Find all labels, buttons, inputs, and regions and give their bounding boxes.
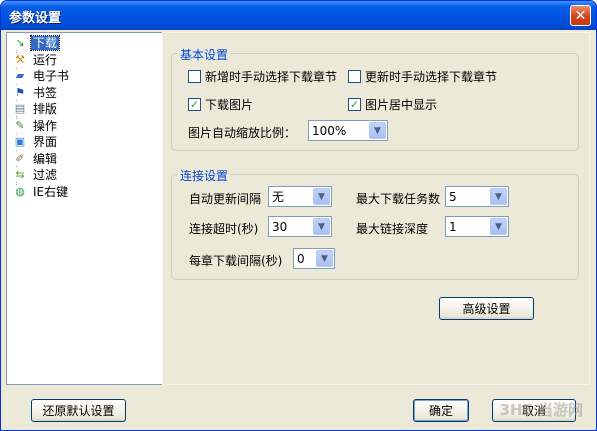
tree-item[interactable]: ⇆ 过滤: [7, 167, 162, 184]
checkbox-update-manual-select[interactable]: 更新时手动选择下载章节: [348, 68, 497, 85]
globe-icon: ◍: [13, 184, 27, 199]
max-link-depth-label: 最大链接深度: [356, 222, 429, 236]
settings-panel: 基本设置 新增时手动选择下载章节 更新时手动选择下载章节 ✓ 下载图片 ✓ 图片…: [162, 32, 590, 385]
tree-item[interactable]: ▰ 电子书: [7, 68, 162, 85]
connection-settings-group: 连接设置 自动更新间隔 无 ▼ 最大下载任务数 5 ▼ 连接超时(秒) 30 ▼…: [171, 167, 579, 280]
restore-defaults-label: 还原默认设置: [42, 404, 115, 418]
window-title: 参数设置: [9, 11, 62, 26]
tree-item-label: 过滤: [33, 168, 58, 183]
max-download-tasks-select[interactable]: 5 ▼: [445, 186, 509, 207]
advanced-settings-label: 高级设置: [462, 302, 511, 316]
close-button[interactable]: ✕: [570, 5, 591, 26]
chevron-down-icon[interactable]: ▼: [490, 188, 507, 205]
ok-label: 确定: [428, 404, 453, 418]
connection-settings-title: 连接设置: [178, 167, 231, 184]
connection-timeout-value: 30: [272, 219, 288, 234]
checkbox-box: ✓: [188, 98, 201, 111]
close-icon: ✕: [574, 7, 587, 24]
image-scale-select[interactable]: 100% ▼: [308, 120, 388, 141]
tree-item[interactable]: ▤ 排版: [7, 101, 162, 118]
checkbox-box: [348, 70, 361, 83]
checkbox-new-manual-select[interactable]: 新增时手动选择下载章节: [188, 68, 337, 85]
chevron-down-icon[interactable]: ▼: [316, 250, 333, 267]
checkbox-label: 下载图片: [205, 98, 254, 112]
tree-item-label: 操作: [33, 118, 58, 133]
checkbox-label: 更新时手动选择下载章节: [365, 70, 498, 84]
tree-item[interactable]: ✐ 编辑: [7, 151, 162, 168]
advanced-settings-button[interactable]: 高级设置: [439, 297, 534, 320]
max-download-tasks-label: 最大下载任务数: [356, 192, 441, 206]
chevron-down-icon[interactable]: ▼: [369, 122, 386, 139]
window-icon: ▣: [13, 135, 27, 149]
tree-item-label: 运行: [33, 52, 58, 67]
auto-update-interval-label: 自动更新间隔: [189, 192, 262, 206]
max-link-depth-value: 1: [449, 219, 457, 234]
tree-item-label: 书签: [33, 85, 58, 100]
tree-item-label: 界面: [33, 135, 58, 150]
pencil-icon: ✐: [13, 151, 27, 166]
basic-settings-group: 基本设置 新增时手动选择下载章节 更新时手动选择下载章节 ✓ 下载图片 ✓ 图片…: [171, 46, 579, 151]
edit-check-icon: ✎: [13, 118, 27, 133]
connection-timeout-select[interactable]: 30 ▼: [268, 216, 332, 237]
auto-update-interval-value: 无: [272, 190, 285, 204]
auto-update-interval-select[interactable]: 无 ▼: [268, 186, 332, 207]
checkbox-label: 新增时手动选择下载章节: [205, 70, 338, 84]
image-scale-value: 100%: [312, 123, 347, 138]
document-icon: ▤: [13, 102, 27, 116]
image-scale-label: 图片自动缩放比例：: [188, 126, 297, 140]
dialog-body: ↘ 下载 ⚒ 运行 ▰ 电子书 ⚑ 书签 ▤ 排版 ✎ 操作 ▣ 界面 ✐ 编辑 ⇆ 过滤 ◍ IE右键 基本设置 新…: [4, 30, 593, 428]
tree-item[interactable]: ↘ 下载: [7, 35, 162, 52]
category-tree[interactable]: ↘ 下载 ⚒ 运行 ▰ 电子书 ⚑ 书签 ▤ 排版 ✎ 操作 ▣ 界面 ✐ 编辑 ⇆ 过滤 ◍ IE右键: [6, 32, 163, 385]
chevron-down-icon[interactable]: ▼: [313, 218, 330, 235]
tree-item[interactable]: ⚑ 书签: [7, 85, 162, 102]
chevron-down-icon[interactable]: ▼: [313, 188, 330, 205]
chapter-download-interval-select[interactable]: 0 ▼: [293, 248, 335, 269]
settings-dialog: 参数设置 ✕ ↘ 下载 ⚒ 运行 ▰ 电子书 ⚑ 书签 ▤ 排版 ✎ 操作 ▣ 界面 ✐ 编辑 ⇆ 过滤 ◍ IE右键…: [0, 0, 597, 431]
watermark: 3HE 当游网: [499, 401, 583, 419]
checkbox-center-images[interactable]: ✓ 图片居中显示: [348, 96, 437, 113]
ok-button[interactable]: 确定: [413, 399, 469, 422]
tree-item-label: 电子书: [33, 69, 70, 84]
chapter-download-interval-label: 每章下载间隔(秒): [189, 254, 283, 268]
checkbox-label: 图片居中显示: [365, 98, 438, 112]
checkbox-box: [188, 70, 201, 83]
connection-timeout-label: 连接超时(秒): [189, 222, 259, 236]
tree-item-label: 编辑: [33, 151, 58, 166]
restore-defaults-button[interactable]: 还原默认设置: [31, 399, 126, 422]
chapter-download-interval-value: 0: [297, 251, 305, 266]
basic-settings-title: 基本设置: [178, 46, 231, 63]
title-bar: 参数设置 ✕: [1, 1, 596, 30]
tree-item-label: 排版: [33, 102, 58, 117]
book-icon: ▰: [13, 69, 27, 83]
max-download-tasks-value: 5: [449, 189, 457, 204]
chevron-down-icon[interactable]: ▼: [490, 218, 507, 235]
tree-item-label: IE右键: [33, 184, 69, 199]
hammer-icon: ⚒: [13, 52, 27, 67]
max-link-depth-select[interactable]: 1 ▼: [445, 216, 509, 237]
tree-item[interactable]: ⚒ 运行: [7, 52, 162, 69]
tree-item[interactable]: ▣ 界面: [7, 134, 162, 151]
tree-item-label: 下载: [29, 35, 61, 52]
checkbox-box: ✓: [348, 98, 361, 111]
checkbox-download-images[interactable]: ✓ 下载图片: [188, 96, 253, 113]
tree-item[interactable]: ◍ IE右键: [7, 184, 162, 201]
filter-icon: ⇆: [13, 168, 27, 182]
download-arrow-icon: ↘: [13, 36, 27, 50]
flag-icon: ⚑: [13, 85, 27, 100]
tree-item[interactable]: ✎ 操作: [7, 118, 162, 135]
